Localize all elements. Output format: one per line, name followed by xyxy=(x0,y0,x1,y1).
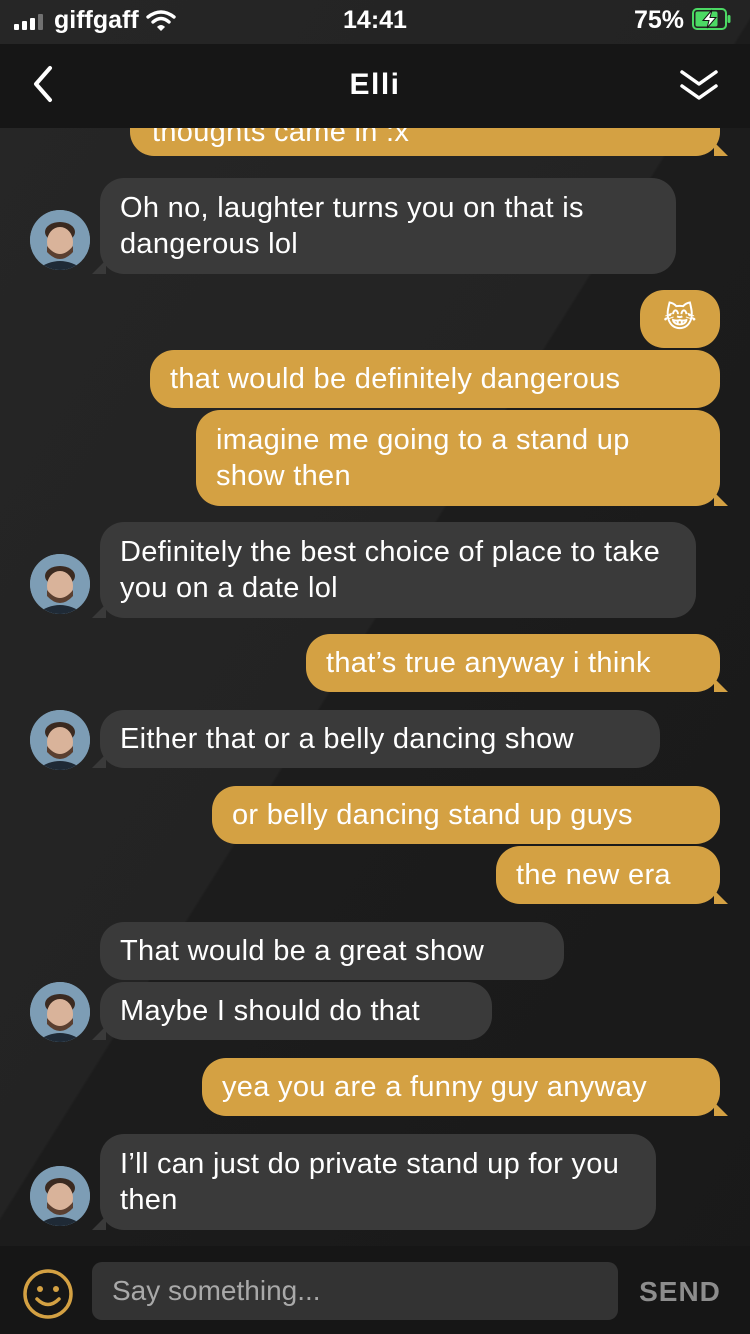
avatar-photo xyxy=(30,982,90,1042)
contact-avatar[interactable] xyxy=(30,1166,90,1226)
message-outgoing[interactable]: or belly dancing stand up guys xyxy=(212,786,720,844)
smiley-icon[interactable] xyxy=(22,1268,74,1320)
avatar-photo xyxy=(30,1166,90,1226)
message-input[interactable] xyxy=(92,1262,618,1320)
collapse-button[interactable] xyxy=(678,66,720,106)
message-outgoing[interactable]: yea you are a funny guy anyway xyxy=(202,1058,728,1116)
battery-percent: 75% xyxy=(633,6,684,34)
message-incoming[interactable]: Either that or a belly dancing show xyxy=(92,710,660,768)
send-button[interactable]: SEND xyxy=(630,1268,730,1316)
message-list[interactable]: thoughts came in :x Oh no, laughter turn… xyxy=(0,128,750,1246)
message-incoming[interactable]: I’ll can just do private stand up for yo… xyxy=(92,1134,656,1230)
conversation-title: Elli xyxy=(349,68,401,101)
avatar-photo xyxy=(30,710,90,770)
status-bar: giffgaff 14:41 75% xyxy=(0,0,750,44)
message-incoming[interactable]: Oh no, laughter turns you on that is dan… xyxy=(92,178,676,274)
avatar-photo xyxy=(30,210,90,270)
message-composer: SEND xyxy=(0,1246,750,1334)
message-outgoing-emoji[interactable]: 😹 xyxy=(640,290,720,348)
message-incoming[interactable]: Definitely the best choice of place to t… xyxy=(92,522,696,618)
battery-charging-icon xyxy=(692,8,731,30)
message-outgoing[interactable]: thoughts came in :x xyxy=(130,128,728,156)
avatar-photo xyxy=(30,554,90,614)
message-incoming[interactable]: Maybe I should do that xyxy=(92,982,492,1040)
message-outgoing[interactable]: that’s true anyway i think xyxy=(306,634,728,692)
chat-header: Elli xyxy=(0,44,750,128)
contact-avatar[interactable] xyxy=(30,710,90,770)
contact-avatar[interactable] xyxy=(30,554,90,614)
message-incoming[interactable]: That would be a great show xyxy=(100,922,564,980)
message-outgoing[interactable]: the new era xyxy=(496,846,728,904)
contact-avatar[interactable] xyxy=(30,982,90,1042)
message-outgoing[interactable]: that would be definitely dangerous xyxy=(150,350,720,408)
message-outgoing[interactable]: imagine me going to a stand up show then xyxy=(196,410,728,506)
contact-avatar[interactable] xyxy=(30,210,90,270)
